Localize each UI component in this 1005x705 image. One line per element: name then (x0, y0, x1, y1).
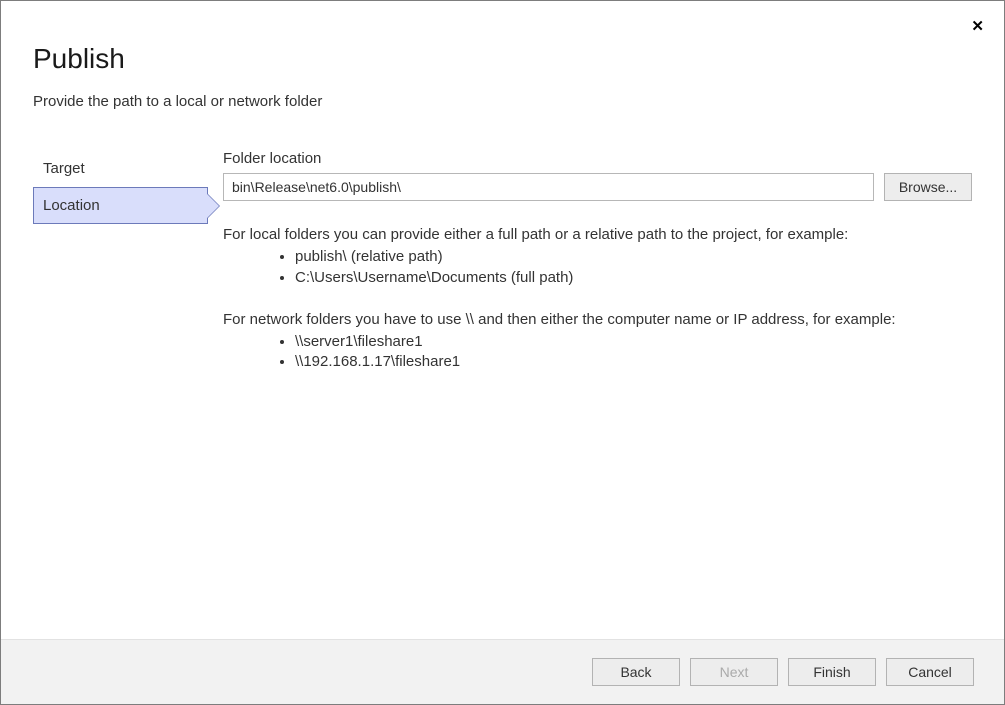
cancel-button[interactable]: Cancel (886, 658, 974, 686)
sidebar-item-label: Location (43, 197, 100, 214)
help-local-example: C:\Users\Username\Documents (full path) (295, 268, 972, 288)
finish-button[interactable]: Finish (788, 658, 876, 686)
folder-location-label: Folder location (223, 150, 972, 167)
help-local-example: publish\ (relative path) (295, 247, 972, 267)
dialog-header: Publish Provide the path to a local or n… (1, 1, 1004, 122)
browse-button[interactable]: Browse... (884, 173, 972, 201)
help-network-example: \\server1\fileshare1 (295, 332, 972, 352)
page-title: Publish (33, 43, 972, 75)
close-icon[interactable]: ✕ (971, 19, 984, 34)
sidebar-item-target[interactable]: Target (33, 150, 208, 187)
help-local-intro: For local folders you can provide either… (223, 225, 972, 245)
dialog-footer: Back Next Finish Cancel (1, 639, 1004, 704)
page-subtitle: Provide the path to a local or network f… (33, 93, 972, 110)
help-text: For local folders you can provide either… (223, 225, 972, 373)
help-network-intro: For network folders you have to use \\ a… (223, 310, 972, 330)
folder-location-input[interactable] (223, 173, 874, 201)
next-button: Next (690, 658, 778, 686)
wizard-steps-sidebar: Target Location (33, 150, 208, 630)
sidebar-item-label: Target (43, 160, 85, 177)
main-panel: Folder location Browse... For local fold… (208, 150, 972, 630)
sidebar-item-location[interactable]: Location (33, 187, 208, 224)
back-button[interactable]: Back (592, 658, 680, 686)
help-network-example: \\192.168.1.17\fileshare1 (295, 352, 972, 372)
